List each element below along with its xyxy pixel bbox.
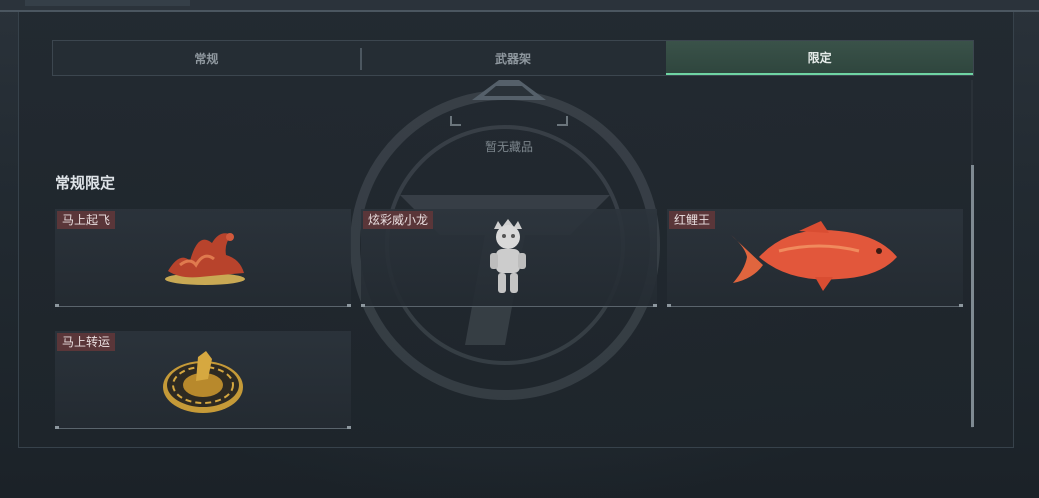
scrollbar-thumb[interactable]	[971, 165, 974, 427]
item-label: 红鲤王	[669, 211, 716, 229]
tab-weapon-rack[interactable]: 武器架	[359, 41, 667, 75]
red-carp-fish-icon	[731, 221, 897, 291]
item-card-xuan-cai-wei-xiao-long[interactable]: 炫彩威小龙	[361, 209, 657, 307]
item-card-ma-shang-qi-fei[interactable]: 马上起飞	[55, 209, 351, 307]
category-tabs: 常规 武器架 限定	[52, 40, 974, 76]
section-title: 常规限定	[55, 174, 116, 192]
empty-box-icon	[450, 80, 568, 126]
empty-state-text: 暂无藏品	[484, 140, 533, 154]
tab-limited[interactable]: 限定	[666, 41, 974, 75]
item-label: 马上转运	[57, 333, 116, 351]
item-card-ma-shang-zhuan-yun[interactable]: 马上转运	[55, 331, 351, 429]
empty-state: 暂无藏品	[449, 78, 569, 158]
tab-normal[interactable]: 常规	[53, 41, 360, 75]
item-card-hong-li-wang[interactable]: 红鲤王	[667, 209, 963, 307]
red-horse-figurine-icon	[165, 233, 245, 285]
golden-horse-compass-icon	[163, 351, 243, 413]
item-label: 马上起飞	[57, 211, 116, 229]
item-label: 炫彩威小龙	[363, 211, 434, 229]
white-dragon-figure-icon	[490, 219, 526, 293]
top-title-strip	[25, 0, 190, 6]
